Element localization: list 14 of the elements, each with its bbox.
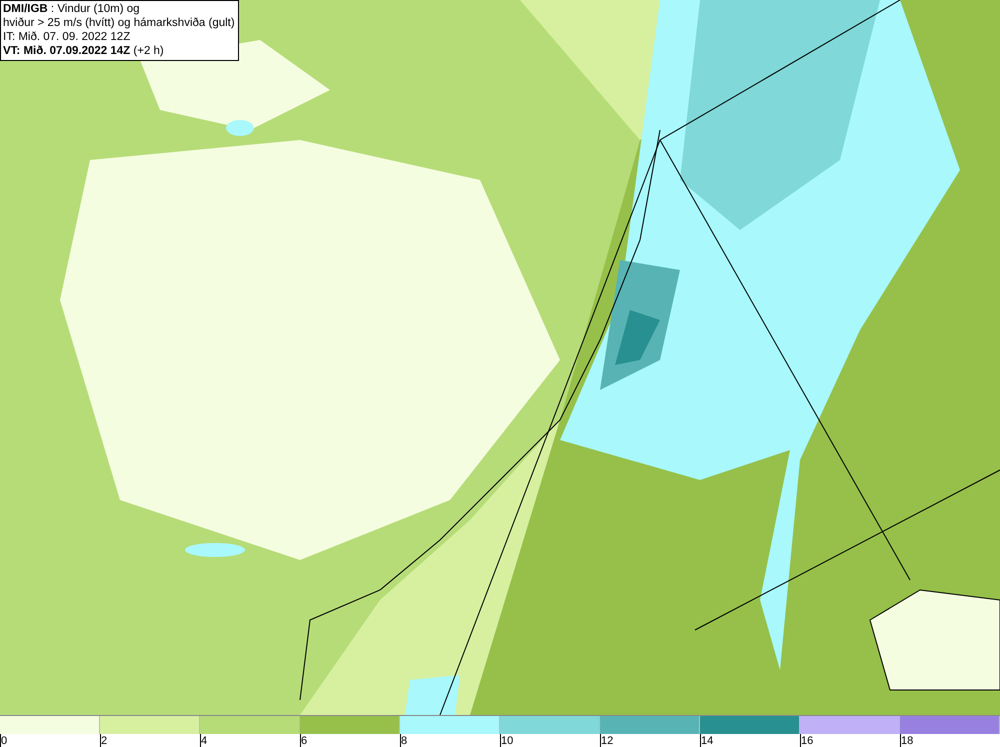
legend-tick-label: 4 — [201, 735, 208, 747]
legend-tick-label: 6 — [301, 735, 308, 747]
legend-tick-label: 18 — [901, 735, 914, 747]
legend-tick-label: 8 — [401, 735, 408, 747]
legend-tick-label: 14 — [701, 735, 714, 747]
legend-tick-label: 2 — [101, 735, 108, 747]
legend-tick-label: 10 — [501, 735, 514, 747]
legend-tick-label: 0 — [1, 735, 8, 747]
legend-tick-label: 12 — [601, 735, 614, 747]
title-line: hviður > 25 m/s (hvítt) og hámarkshviða (gult) — [3, 16, 235, 30]
title-line: VT: Mið. 07.09.2022 14Z (+2 h) — [3, 44, 165, 58]
legend-tick-label: 16 — [801, 735, 814, 747]
title-line: IT: Mið. 07. 09. 2022 12Z — [3, 30, 132, 44]
title-line: DMI/IGB : Vindur (10m) og — [3, 2, 141, 16]
